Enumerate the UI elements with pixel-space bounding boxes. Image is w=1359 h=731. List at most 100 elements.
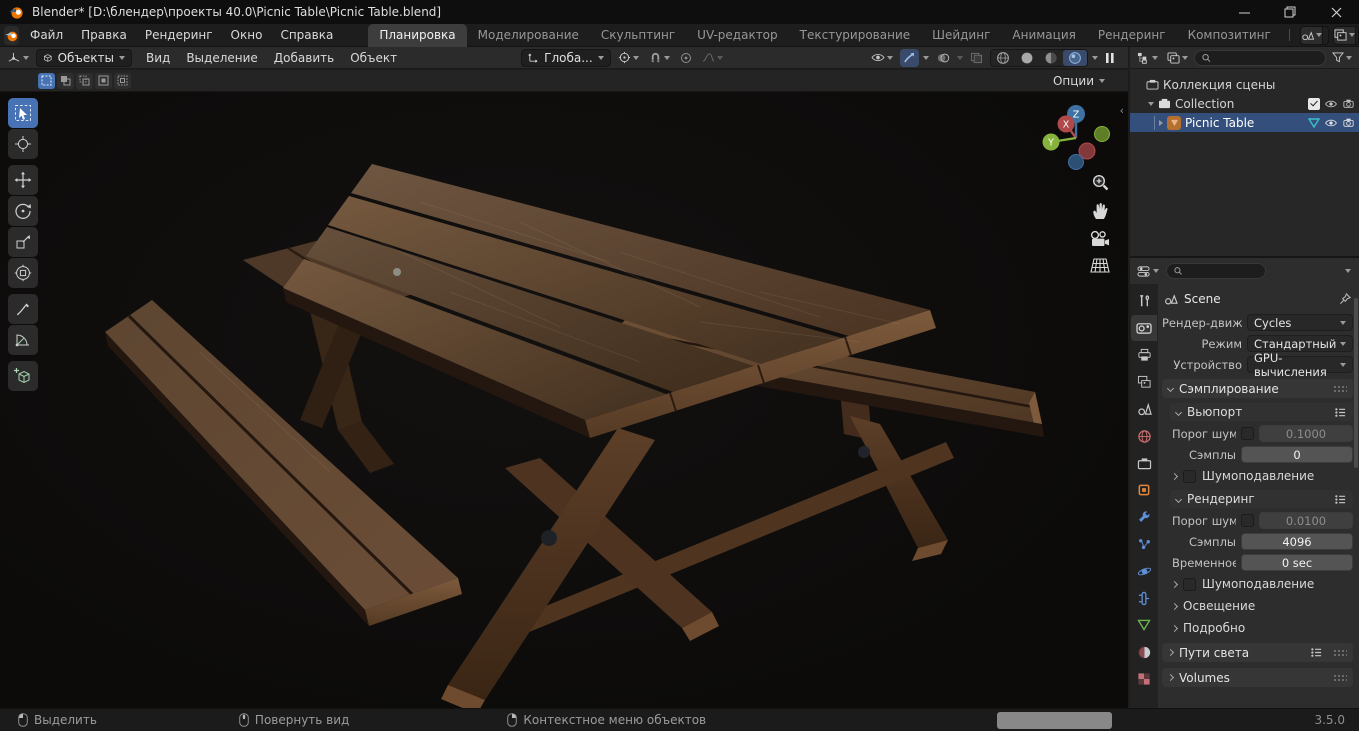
3d-viewport[interactable]: ‹ Z X Y [0, 92, 1128, 708]
outliner-search[interactable] [1194, 49, 1326, 66]
presets-icon[interactable] [1310, 647, 1323, 658]
tab-scene[interactable] [1131, 396, 1157, 422]
menu-window[interactable]: Окно [222, 25, 272, 45]
tool-rotate[interactable] [8, 196, 38, 226]
vp-noise-threshold-field[interactable]: 0.1000 [1259, 425, 1353, 442]
tab-particles[interactable] [1131, 531, 1157, 557]
pan-hand-icon[interactable] [1090, 201, 1110, 221]
tab-view-layer[interactable] [1131, 369, 1157, 395]
shading-wireframe-button[interactable] [991, 50, 1015, 66]
section-light-paths[interactable]: Пути света [1162, 643, 1353, 662]
r-samples-field[interactable]: 4096 [1241, 533, 1353, 550]
expand-icon[interactable] [1159, 119, 1163, 126]
workspace-tab-compositing[interactable]: Композитинг [1177, 24, 1282, 47]
select-mode-intersect[interactable] [114, 72, 131, 89]
section-volumes[interactable]: Volumes [1162, 668, 1353, 687]
viewlayer-browse-button[interactable] [1333, 26, 1356, 44]
menu-select[interactable]: Выделение [178, 49, 265, 67]
overlays-toggle[interactable] [933, 49, 953, 67]
r-denoise-row[interactable]: Шумоподавление [1170, 575, 1353, 593]
tab-object-data[interactable] [1131, 612, 1157, 638]
workspace-tab-animation[interactable]: Анимация [1001, 24, 1086, 47]
device-dropdown[interactable]: GPU-вычисления [1247, 351, 1353, 379]
tool-annotate[interactable] [8, 294, 38, 324]
presets-icon[interactable] [1334, 407, 1347, 418]
tab-material[interactable] [1131, 639, 1157, 665]
tab-texture[interactable] [1131, 666, 1157, 692]
select-mode-invert[interactable] [95, 72, 112, 89]
tab-physics[interactable] [1131, 558, 1157, 584]
snap-toggle-button[interactable] [646, 49, 673, 67]
tool-measure[interactable] [8, 325, 38, 355]
render-visibility-icon[interactable] [1342, 98, 1355, 109]
outliner-row-scene-collection[interactable]: Коллекция сцены [1130, 75, 1359, 94]
transform-orientation-dropdown[interactable]: Глоба... [521, 48, 611, 67]
properties-search[interactable] [1166, 263, 1266, 279]
proportional-edit-button[interactable] [677, 49, 695, 67]
pause-render-button[interactable] [1102, 49, 1118, 67]
drag-dots[interactable] [1333, 674, 1347, 681]
expand-icon[interactable] [1148, 101, 1154, 106]
gizmos-toggle[interactable] [900, 48, 919, 67]
hide-eye-icon[interactable] [1324, 118, 1338, 128]
perspective-toggle-icon[interactable] [1089, 257, 1110, 274]
drag-dots[interactable] [1333, 649, 1347, 656]
workspace-tab-sculpting[interactable]: Скульптинг [590, 24, 686, 47]
sidebar-collapse-icon[interactable]: ‹ [1120, 104, 1124, 117]
tool-transform[interactable] [8, 258, 38, 288]
tool-move[interactable] [8, 165, 38, 195]
workspace-tab-texture[interactable]: Текстурирование [789, 24, 921, 47]
r-denoise-checkbox[interactable] [1183, 577, 1196, 591]
shading-dropdown[interactable] [1092, 55, 1098, 60]
outliner-row-picnic-table[interactable]: Picnic Table [1130, 113, 1359, 132]
shading-material-button[interactable] [1039, 50, 1063, 66]
menu-edit[interactable]: Правка [72, 25, 136, 45]
menu-render[interactable]: Рендеринг [136, 25, 222, 45]
close-button[interactable] [1313, 0, 1359, 24]
workspace-tab-shading[interactable]: Шейдинг [921, 24, 1001, 47]
navigation-gizmo[interactable]: Z X Y [1039, 96, 1115, 172]
xray-toggle[interactable] [967, 49, 986, 67]
tab-world[interactable] [1131, 423, 1157, 449]
select-mode-set[interactable] [38, 72, 55, 89]
scene-browse-button[interactable] [1300, 26, 1323, 44]
pin-icon[interactable] [1339, 293, 1351, 305]
tab-collection-props[interactable] [1131, 450, 1157, 476]
vp-samples-field[interactable]: 0 [1241, 446, 1353, 463]
axis-y-negative[interactable] [1094, 126, 1110, 142]
editor-type-button[interactable] [4, 49, 32, 67]
properties-search-input[interactable] [1187, 263, 1258, 279]
outliner-search-input[interactable] [1215, 50, 1318, 65]
subsection-viewport[interactable]: Вьюпорт [1170, 403, 1353, 421]
workspace-tab-modeling[interactable]: Моделирование [467, 24, 590, 47]
visibility-dropdown[interactable] [868, 49, 896, 67]
r-noise-threshold-field[interactable]: 0.0100 [1259, 512, 1353, 529]
tool-scale[interactable] [8, 227, 38, 257]
restore-button[interactable] [1267, 0, 1313, 24]
presets-icon[interactable] [1334, 494, 1347, 505]
tab-modifiers[interactable] [1131, 504, 1157, 530]
lights-row[interactable]: Освещение [1170, 597, 1353, 615]
workspace-tab-layout[interactable]: Планировка [368, 23, 467, 47]
gizmos-dropdown[interactable] [923, 55, 929, 60]
menu-help[interactable]: Справка [271, 25, 342, 45]
overlays-dropdown[interactable] [957, 55, 963, 60]
mode-dropdown[interactable]: Объекты [36, 48, 132, 67]
select-mode-extend[interactable] [57, 72, 74, 89]
tab-object[interactable] [1131, 477, 1157, 503]
vp-denoise-checkbox[interactable] [1183, 469, 1196, 483]
tab-constraints[interactable] [1131, 585, 1157, 611]
blender-menu-button[interactable] [4, 25, 19, 45]
r-noise-threshold-checkbox[interactable] [1241, 514, 1254, 527]
scene-name[interactable]: Scene [1323, 28, 1328, 42]
select-mode-subtract[interactable] [76, 72, 93, 89]
workspace-tab-rendering[interactable]: Рендеринг [1087, 24, 1177, 47]
outliner-row-collection[interactable]: Collection [1130, 94, 1359, 113]
render-engine-dropdown[interactable]: Cycles [1247, 314, 1353, 331]
vp-denoise-row[interactable]: Шумоподавление [1170, 467, 1353, 485]
vp-noise-threshold-checkbox[interactable] [1241, 427, 1254, 440]
minimize-button[interactable] [1221, 0, 1267, 24]
properties-editor-type-button[interactable] [1134, 262, 1162, 280]
feature-set-dropdown[interactable]: Стандартный [1247, 335, 1353, 352]
outliner-display-mode-button[interactable] [1164, 49, 1191, 67]
